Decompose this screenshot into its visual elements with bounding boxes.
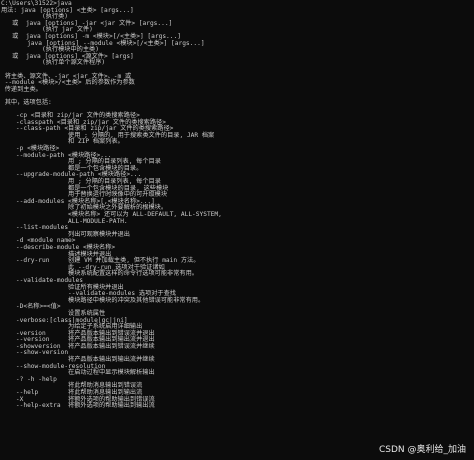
console-window[interactable]: C:\Users\31522>java 用法: java [options] <主… xyxy=(0,0,474,460)
console-line: 在启动过程中显示模块解析输出 xyxy=(1,369,155,377)
console-line: 传递到主类。 xyxy=(1,85,42,93)
console-line: 用法: java [options] <主类> [args...] xyxy=(1,6,134,14)
console-line: (执行单个源文件程序) xyxy=(1,59,106,67)
csdn-watermark: CSDN @奥利给_加油 xyxy=(378,445,466,455)
console-line: -showversion 将产品版本输出到错误流并继续 xyxy=(1,342,155,350)
console-line: 和 ZIP 档案列表。 xyxy=(1,138,124,146)
console-line: ALL-MODULE-PATH. xyxy=(1,217,128,225)
console-line: --help-extra 将额外选项的帮助输出到输出流 xyxy=(1,402,155,410)
console-line: 模块路径中模块的冲突及其他错误可能非常有用。 xyxy=(1,296,205,304)
console-line: 其中，选项包括: xyxy=(1,98,52,106)
console-line: --module <模块>/<主类> 后的参数作为参数 xyxy=(1,79,135,87)
